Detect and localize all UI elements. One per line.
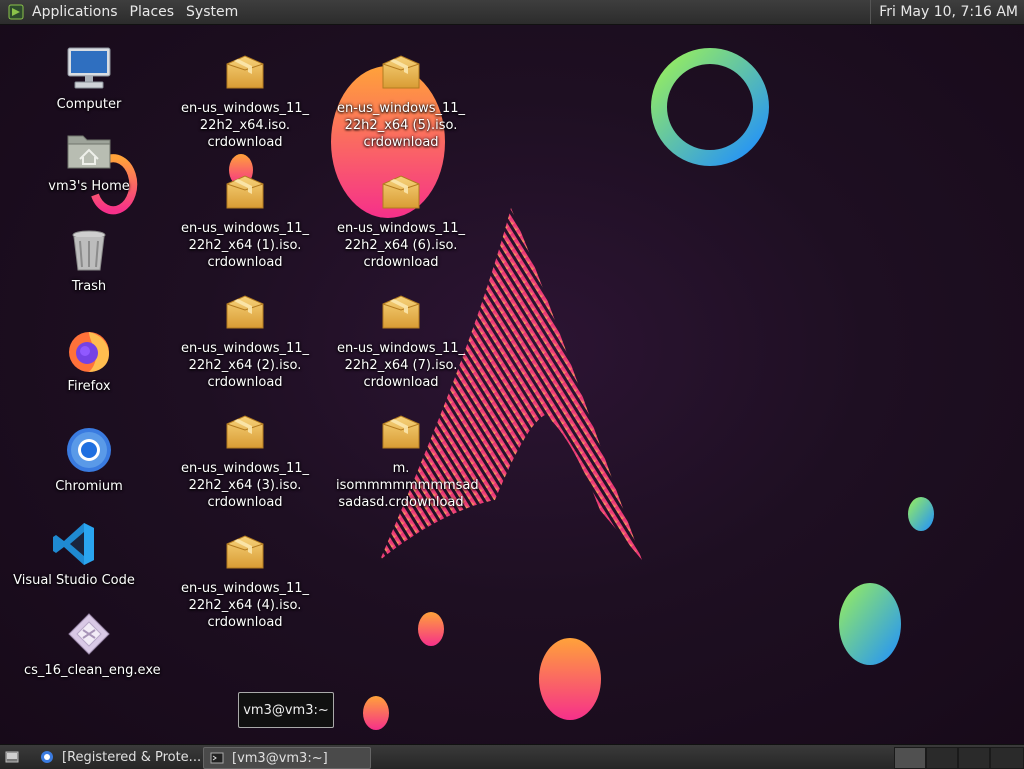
desktop-file-icon[interactable]: en-us_windows_11_ 22h2_x64 (1).iso. crdo… <box>180 168 310 271</box>
package-icon <box>221 288 269 336</box>
desktop-file-label: en-us_windows_11_ 22h2_x64 (7).iso. crdo… <box>336 341 466 390</box>
show-desktop-icon <box>5 751 19 763</box>
desktop-file-label: en-us_windows_11_ 22h2_x64 (3).iso. crdo… <box>180 461 310 510</box>
task-terminal[interactable]: [vm3@vm3:~] <box>203 747 371 769</box>
desktop-icon-home[interactable]: vm3's Home <box>24 126 154 195</box>
desktop-file-label: en-us_windows_11_ 22h2_x64.iso. crdownlo… <box>180 101 310 150</box>
desktop-file-icon[interactable]: en-us_windows_11_ 22h2_x64 (5).iso. crdo… <box>336 48 466 151</box>
task-browser[interactable]: [Registered & Prote... <box>34 747 200 767</box>
desktop-icon-vscode[interactable]: Visual Studio Code <box>9 520 139 589</box>
desktop-icon-label: Chromium <box>55 479 123 494</box>
desktop-file-label: en-us_windows_11_ 22h2_x64 (1).iso. crdo… <box>180 221 310 270</box>
desktop-icon-computer[interactable]: Computer <box>24 44 154 113</box>
desktop-file-icon[interactable]: en-us_windows_11_ 22h2_x64 (4).iso. crdo… <box>180 528 310 631</box>
computer-icon <box>67 47 111 89</box>
package-icon <box>221 48 269 96</box>
desktop[interactable]: Computer vm3's Home Trash Firefox Chromi… <box>0 24 1024 744</box>
package-icon <box>377 168 425 216</box>
desktop-icon-cs16[interactable]: cs_16_clean_eng.exe <box>24 610 161 679</box>
chromium-icon <box>67 428 111 472</box>
menu-applications[interactable]: Applications <box>26 0 124 24</box>
desktop-file-label: en-us_windows_11_ 22h2_x64 (5).iso. crdo… <box>336 101 466 150</box>
terminal-icon <box>210 752 224 764</box>
home-folder-icon <box>67 135 111 169</box>
desktop-icon-trash[interactable]: Trash <box>24 226 154 295</box>
desktop-file-icon[interactable]: en-us_windows_11_ 22h2_x64 (6).iso. crdo… <box>336 168 466 271</box>
package-icon <box>221 408 269 456</box>
desktop-icon-firefox[interactable]: Firefox <box>24 326 154 395</box>
workspace-3[interactable] <box>958 747 990 769</box>
firefox-icon <box>69 332 109 372</box>
workspace-4[interactable] <box>990 747 1024 769</box>
desktop-file-label: en-us_windows_11_ 22h2_x64 (6).iso. crdo… <box>336 221 466 270</box>
menu-places[interactable]: Places <box>124 0 181 24</box>
desktop-file-icon[interactable]: en-us_windows_11_ 22h2_x64 (3).iso. crdo… <box>180 408 310 511</box>
package-icon <box>377 48 425 96</box>
desktop-file-label: m. isommmmmmmmsad sadasd.crdownload <box>336 461 479 510</box>
desktop-icon-label: Computer <box>56 97 122 112</box>
desktop-file-icon[interactable]: en-us_windows_11_ 22h2_x64.iso. crdownlo… <box>180 48 310 151</box>
task-label: [vm3@vm3:~] <box>232 750 328 766</box>
desktop-file-label: en-us_windows_11_ 22h2_x64 (4).iso. crdo… <box>180 581 310 630</box>
desktop-icon-label: cs_16_clean_eng.exe <box>24 663 161 678</box>
task-label: [Registered & Prote... <box>62 749 200 765</box>
desktop-file-icon[interactable]: m. isommmmmmmmsad sadasd.crdownload <box>336 408 479 511</box>
top-panel: Applications Places System Fri May 10, 7… <box>0 0 1024 25</box>
taskbar-tooltip: vm3@vm3:~ <box>238 692 334 728</box>
desktop-icon-label: Firefox <box>67 379 111 394</box>
bottom-panel: [Registered & Prote... [vm3@vm3:~] <box>0 744 1024 769</box>
applications-logo-icon[interactable] <box>8 4 24 20</box>
desktop-icon-label: Trash <box>71 279 107 294</box>
clock[interactable]: Fri May 10, 7:16 AM <box>870 0 1024 24</box>
desktop-file-icon[interactable]: en-us_windows_11_ 22h2_x64 (7).iso. crdo… <box>336 288 466 391</box>
desktop-icon-chromium[interactable]: Chromium <box>24 426 154 495</box>
vscode-icon <box>53 523 94 565</box>
show-desktop-button[interactable] <box>2 747 24 767</box>
desktop-icon-label: vm3's Home <box>48 179 130 194</box>
exe-file-icon <box>68 613 110 655</box>
package-icon <box>221 528 269 576</box>
workspace-1[interactable] <box>894 747 926 769</box>
desktop-file-label: en-us_windows_11_ 22h2_x64 (2).iso. crdo… <box>180 341 310 390</box>
workspace-2[interactable] <box>926 747 958 769</box>
desktop-file-icon[interactable]: en-us_windows_11_ 22h2_x64 (2).iso. crdo… <box>180 288 310 391</box>
browser-icon <box>41 751 53 763</box>
trash-icon <box>72 230 106 271</box>
package-icon <box>377 288 425 336</box>
desktop-icon-label: Visual Studio Code <box>13 573 135 588</box>
menu-system[interactable]: System <box>180 0 244 24</box>
package-icon <box>377 408 425 456</box>
package-icon <box>221 168 269 216</box>
